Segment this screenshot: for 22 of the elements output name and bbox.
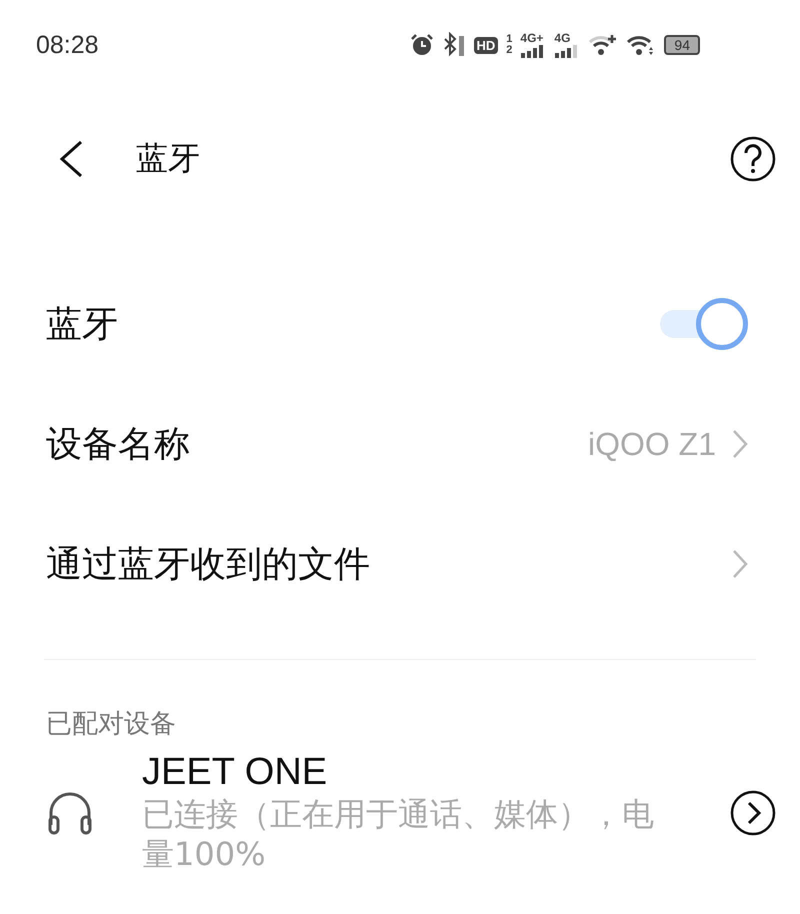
alarm-icon (410, 33, 434, 57)
battery-indicator: 94 (664, 35, 700, 55)
status-time: 08:28 (36, 30, 99, 60)
bluetooth-switch[interactable] (660, 298, 748, 350)
sim-number: 1 (506, 34, 512, 45)
device-name: JEET ONE (142, 751, 328, 794)
back-icon[interactable] (58, 140, 84, 178)
network-label: 4G (554, 32, 570, 44)
details-icon[interactable] (730, 790, 776, 836)
setting-label: 设备名称 (46, 422, 190, 466)
device-status: 已连接（正在用于通话、媒体），电量100% (142, 794, 655, 874)
setting-label: 通过蓝牙收到的文件 (46, 542, 370, 586)
hd-badge: HD (474, 36, 498, 54)
bluetooth-icon (442, 32, 466, 58)
network-label: 4G+ (520, 32, 544, 44)
setting-label: 蓝牙 (46, 302, 118, 346)
wifi-icon (588, 33, 618, 57)
sim-number: 2 (506, 45, 512, 56)
setting-value: iQOO Z1 (588, 426, 716, 462)
page-title: 蓝牙 (136, 138, 201, 179)
section-heading: 已配对设备 (46, 708, 177, 741)
help-icon[interactable] (730, 136, 776, 182)
